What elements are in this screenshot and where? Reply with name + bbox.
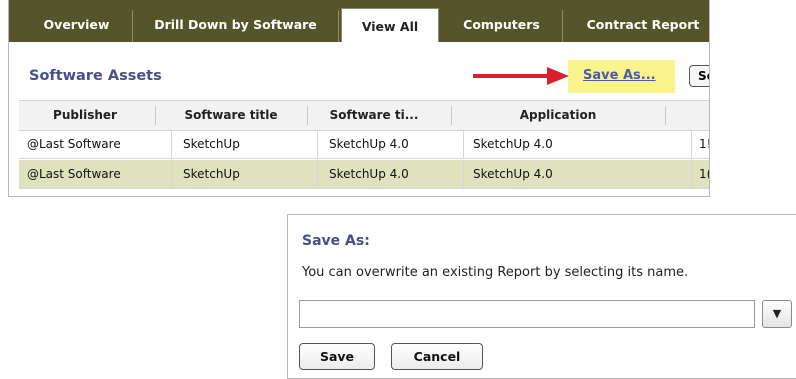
- cell-software-title: SketchUp: [183, 137, 240, 151]
- report-dropdown-button[interactable]: ▼: [762, 300, 792, 328]
- dialog-title: Save As:: [302, 233, 370, 249]
- tab-overview[interactable]: Overview: [21, 10, 133, 42]
- tab-computers[interactable]: Computers: [441, 10, 563, 42]
- cancel-button[interactable]: Cancel: [391, 343, 483, 370]
- tab-drill-down-by-software[interactable]: Drill Down by Software: [133, 10, 339, 42]
- tab-contract-report[interactable]: Contract Report: [563, 10, 709, 42]
- col-header-application[interactable]: Application: [457, 101, 659, 130]
- col-header-software-title[interactable]: Software title: [167, 101, 295, 130]
- cell-software-title-version: SketchUp 4.0: [329, 167, 409, 181]
- report-name-input[interactable]: [299, 300, 755, 328]
- section-title: Software Assets: [29, 68, 162, 84]
- table-header: Publisher Software title Software ti... …: [19, 100, 709, 131]
- cell-publisher: @Last Software: [27, 137, 121, 151]
- cell-next-column: 1(: [699, 167, 709, 181]
- save-as-link[interactable]: Save As...: [583, 68, 656, 83]
- select-columns-button[interactable]: Se: [689, 65, 709, 87]
- cell-publisher: @Last Software: [27, 167, 121, 181]
- save-button[interactable]: Save: [299, 343, 375, 370]
- table-row[interactable]: @Last Software SketchUp SketchUp 4.0 Ske…: [19, 130, 709, 159]
- software-assets-panel: Overview Drill Down by Software View All…: [8, 0, 710, 197]
- cell-application: SketchUp 4.0: [473, 137, 553, 151]
- dialog-hint: You can overwrite an existing Report by …: [302, 265, 689, 280]
- red-arrow-icon: [473, 67, 569, 85]
- cell-application: SketchUp 4.0: [473, 167, 553, 181]
- cell-software-title-version: SketchUp 4.0: [329, 137, 409, 151]
- chevron-down-icon: ▼: [772, 307, 782, 320]
- save-as-dialog: Save As: You can overwrite an existing R…: [287, 214, 796, 379]
- tab-bar: Overview Drill Down by Software View All…: [9, 0, 709, 42]
- table-row[interactable]: @Last Software SketchUp SketchUp 4.0 Ske…: [19, 160, 709, 189]
- col-header-publisher[interactable]: Publisher: [19, 101, 151, 130]
- cell-next-column: 1!: [699, 137, 709, 151]
- cell-software-title: SketchUp: [183, 167, 240, 181]
- tab-view-all[interactable]: View All: [341, 8, 439, 42]
- col-header-software-title-2[interactable]: Software ti...: [309, 101, 439, 130]
